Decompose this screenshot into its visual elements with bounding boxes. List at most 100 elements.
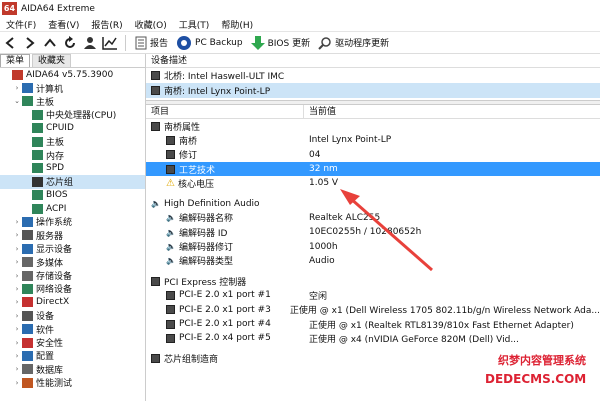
chevron-icon[interactable]: › [12,272,22,280]
driver-update-button[interactable]: 驱动程序更新 [314,33,393,53]
tree-item[interactable]: › 性能测试 [0,376,145,389]
tab-favorites[interactable]: 收藏夹 [32,54,72,67]
property-value: Realtek ALC255 [309,212,381,223]
chevron-icon[interactable]: › [12,298,22,306]
tree-item[interactable]: SPD [0,162,145,175]
tree-item-label: DirectX [36,297,70,308]
chevron-icon[interactable]: › [12,365,22,373]
chevron-right-icon [26,36,35,49]
tree-item[interactable]: › 计算机 [0,81,145,95]
tree-item[interactable]: › 操作系统 [0,215,145,228]
tree-item[interactable]: ⌄ 主板 [0,95,145,108]
property-key: 工艺技术 [179,165,216,176]
tree-item[interactable]: › 服务器 [0,229,145,242]
tree-node-icon [22,297,33,308]
group-row[interactable]: 🔈 High Definition Audio [146,196,600,210]
property-row[interactable]: 修订 04 [146,148,600,162]
tree-item[interactable]: › 安全性 [0,336,145,349]
chart-button[interactable] [100,33,120,53]
report-button[interactable]: 报告 [131,33,172,53]
chevron-icon[interactable]: › [12,352,22,360]
menu-favorites[interactable]: 收藏(O) [129,18,173,31]
chevron-icon[interactable]: › [12,325,22,333]
tree-item[interactable]: › 存储设备 [0,269,145,282]
properties-table: 南桥属性 南桥 Intel Lynx Point-LP 修订 04 工艺技术 32 nm ⚠ 核… [146,119,600,366]
tree-item[interactable]: CPUID [0,122,145,135]
menu-file[interactable]: 文件(F) [0,18,42,31]
group-row[interactable]: 南桥属性 [146,119,600,133]
property-row[interactable]: PCI-E 2.0 x1 port #1 空闲 [146,288,600,302]
tab-menu[interactable]: 菜单 [0,54,31,67]
property-row[interactable]: PCI-E 2.0 x1 port #3 正使用 @ x1 (Dell Wirel… [146,303,600,317]
menu-help[interactable]: 帮助(H) [215,18,259,31]
chevron-icon[interactable]: ⌄ [12,97,22,105]
chevron-icon[interactable]: › [12,339,22,347]
property-row[interactable]: 🔈 编解码器修订 1000h [146,239,600,254]
tree-item[interactable]: BIOS [0,189,145,202]
tree-item[interactable]: 主板 [0,135,145,148]
menu-tools[interactable]: 工具(T) [173,18,216,31]
property-key: 编解码器 ID [178,228,228,239]
group-row[interactable]: PCI Express 控制器 [146,274,600,288]
tree-item-label: 设备 [36,312,55,323]
tree-item-label: 安全性 [36,339,64,349]
property-key: PCI-E 2.0 x1 port #4 [179,319,271,329]
property-row[interactable]: 🔈 编解码器名称 Realtek ALC255 [146,211,600,225]
tree-node-icon [22,257,33,268]
property-key: PCI-E 2.0 x4 port #5 [179,333,271,344]
warning-icon: ⚠ [166,177,175,189]
property-value: 正使用 @ x1 (Realtek RTL8139/810x Fast Ethe… [309,320,574,331]
chevron-icon[interactable]: › [12,231,22,239]
speaker-icon: 🔈 [166,242,176,252]
tree-item[interactable]: › 多媒体 [0,255,145,269]
user-button[interactable] [80,33,100,53]
pc-backup-button[interactable]: PC Backup [172,33,247,53]
tree-item[interactable]: › 数据库 [0,363,145,376]
tree-item[interactable]: › 配置 [0,349,145,362]
tree-item[interactable]: 芯片组 [0,175,145,189]
tree-item-label: 性能测试 [36,379,73,390]
device-row-northbridge[interactable]: 北桥: Intel Haswell-ULT IMC [146,68,600,83]
chevron-icon[interactable]: › [12,379,22,387]
bios-update-button[interactable]: BIOS 更新 [247,33,315,53]
tree-node-icon [32,150,43,161]
tree-item[interactable]: › 软件 [0,322,145,336]
tree-item-label: 操作系统 [36,218,73,229]
tree-item[interactable]: ACPI [0,202,145,215]
property-row[interactable]: PCI-E 2.0 x4 port #5 正使用 @ x4 (nVIDIA GeF… [146,331,600,345]
tree-item[interactable]: 内存 [0,148,145,162]
chevron-icon[interactable]: › [12,245,22,253]
tree-item[interactable]: AIDA64 v5.75.3900 [0,68,145,81]
back-button[interactable] [0,33,20,53]
forward-button[interactable] [20,33,40,53]
property-row[interactable]: 工艺技术 32 nm [146,161,600,177]
chevron-icon[interactable]: › [12,84,22,92]
tree-item-label: BIOS [46,190,68,201]
tree-item[interactable]: › DirectX [0,296,145,309]
tree-node-icon [22,243,33,254]
chevron-icon[interactable]: › [12,285,22,293]
chip-icon [166,164,175,174]
property-row[interactable]: 🔈 编解码器类型 Audio [146,254,600,268]
menu-report[interactable]: 报告(R) [85,18,128,31]
chevron-icon[interactable]: › [12,312,22,320]
column-value[interactable]: 当前值 [304,105,336,118]
column-item[interactable]: 项目 [146,105,304,118]
device-row-southbridge[interactable]: 南桥: Intel Lynx Point-LP [146,83,600,98]
refresh-button[interactable] [60,33,80,53]
property-row[interactable]: PCI-E 2.0 x1 port #4 正使用 @ x1 (Realtek RT… [146,317,600,331]
property-value: Intel Lynx Point-LP [309,135,392,146]
menu-view[interactable]: 查看(V) [42,18,85,31]
up-button[interactable] [40,33,60,53]
property-row[interactable]: 🔈 编解码器 ID 10EC0255h / 10280652h [146,225,600,239]
tree-item[interactable]: 中央处理器(CPU) [0,108,145,121]
navigation-panel: 菜单 收藏夹 AIDA64 v5.75.3900 › 计算机 ⌄ 主板 中央处理器(CPU… [0,54,146,401]
property-row[interactable]: 南桥 Intel Lynx Point-LP [146,133,600,147]
chevron-icon[interactable]: › [12,218,22,226]
tree-item[interactable]: › 设备 [0,309,145,322]
tree-item[interactable]: › 显示设备 [0,242,145,255]
tree-item[interactable]: › 网络设备 [0,282,145,295]
chevron-icon[interactable]: › [12,258,22,266]
property-value: 1000h [309,241,338,252]
property-row[interactable]: ⚠ 核心电压 1.05 V [146,176,600,190]
